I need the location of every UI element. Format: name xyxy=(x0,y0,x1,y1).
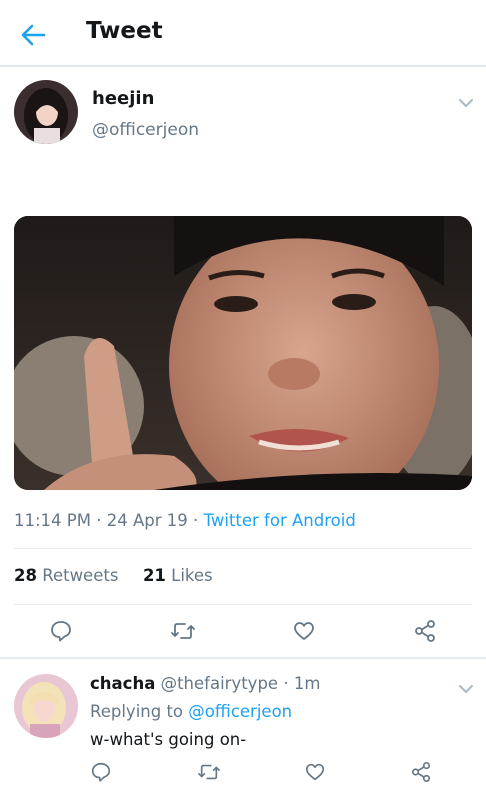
retweets-label: Retweets xyxy=(42,566,119,585)
divider xyxy=(14,604,472,605)
retweet-icon[interactable] xyxy=(197,761,221,783)
divider xyxy=(0,657,486,659)
top-app-bar: Tweet xyxy=(0,0,486,67)
tweet-time: 11:14 PM xyxy=(14,511,91,530)
chevron-down-icon[interactable] xyxy=(458,679,474,694)
share-icon[interactable] xyxy=(410,761,432,783)
tweet-source-link[interactable]: Twitter for Android xyxy=(204,511,356,530)
tweet-stats: 28 Retweets 21 Likes xyxy=(14,566,213,585)
replying-prefix: Replying to xyxy=(90,702,184,721)
page-title: Tweet xyxy=(86,18,163,44)
reply-author-handle[interactable]: @thefairytype xyxy=(161,674,279,693)
likes-count: 21 xyxy=(142,566,166,585)
retweets-stat[interactable]: 28 Retweets xyxy=(14,566,118,585)
author-avatar[interactable] xyxy=(14,80,78,144)
reply-author-name[interactable]: chacha xyxy=(90,674,155,693)
separator-dot: · xyxy=(96,511,102,530)
tweet-date: 24 Apr 19 xyxy=(106,511,188,530)
like-heart-icon[interactable] xyxy=(304,761,326,783)
reply-icon[interactable] xyxy=(49,619,73,643)
reply-author-avatar[interactable] xyxy=(14,674,78,738)
reply-age: 1m xyxy=(293,674,321,693)
reply-header: chacha @thefairytype · 1m xyxy=(90,674,320,693)
divider xyxy=(14,548,472,549)
separator-dot: · xyxy=(193,511,199,530)
chevron-down-icon[interactable] xyxy=(458,93,474,108)
author-display-name[interactable]: heejin xyxy=(92,88,154,109)
replying-to-mention[interactable]: @officerjeon xyxy=(188,702,292,721)
retweets-count: 28 xyxy=(14,566,37,585)
retweet-icon[interactable] xyxy=(170,619,196,643)
replying-to-line: Replying to @officerjeon xyxy=(90,702,292,721)
reply-icon[interactable] xyxy=(90,761,112,783)
separator-dot: · xyxy=(283,674,289,693)
tweet-photo[interactable] xyxy=(14,216,472,490)
like-heart-icon[interactable] xyxy=(292,619,316,643)
author-handle[interactable]: @officerjeon xyxy=(92,120,199,140)
tweet-timestamp: 11:14 PM · 24 Apr 19 · Twitter for Andro… xyxy=(14,511,356,530)
likes-label: Likes xyxy=(171,566,213,585)
likes-stat[interactable]: 21 Likes xyxy=(143,566,213,585)
reply-text: w-what's going on- xyxy=(90,730,247,749)
share-icon[interactable] xyxy=(413,619,437,643)
back-arrow-icon[interactable] xyxy=(18,20,48,50)
